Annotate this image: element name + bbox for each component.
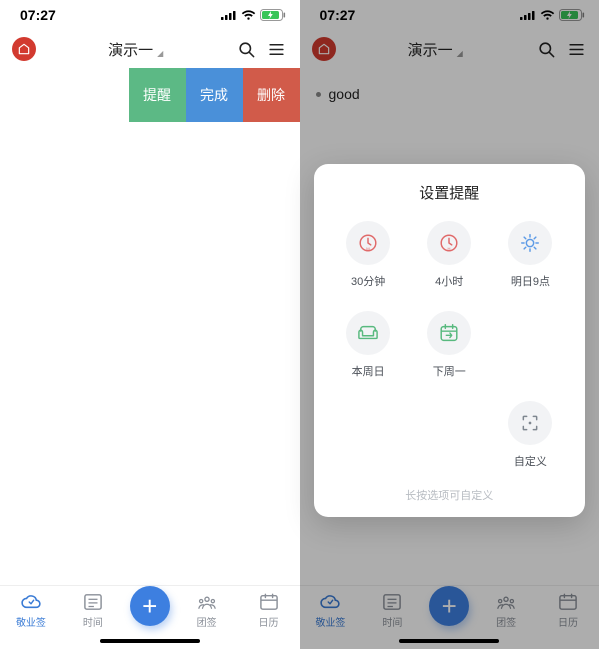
swipe-done-label: 完成 [200,85,228,105]
opt-30min-label: 30分钟 [351,273,385,289]
menu-icon[interactable] [266,38,288,60]
wifi-icon [241,10,256,21]
calendar-next-icon [427,311,471,355]
svg-text:M: M [366,247,370,252]
opt-next-monday[interactable]: 下周一 [427,311,471,379]
opt-this-sunday[interactable]: 本周日 [346,311,390,379]
nav-title[interactable]: 演示一 ◢ [44,39,228,60]
swipe-actions-row: 提醒 完成 删除 [0,68,300,122]
battery-charging-icon [260,9,286,21]
home-indicator[interactable] [100,639,200,643]
swipe-remind-label: 提醒 [143,85,171,105]
sun-icon [508,221,552,265]
opt-4hour-label: 4小时 [435,273,463,289]
opt-this-sunday-label: 本周日 [352,363,385,379]
svg-text:H: H [448,247,451,252]
calendar-icon [258,592,280,612]
opt-custom[interactable]: 自定义 [508,401,552,469]
main-content-empty [0,122,300,585]
swipe-lead-space [0,68,129,121]
swipe-remind-button[interactable]: 提醒 [129,68,186,122]
tab-calendar-label: 日历 [259,614,279,629]
tab-time-label: 时间 [83,614,103,629]
modal-hint: 长按选项可自定义 [328,487,572,503]
status-icons [221,9,286,21]
reminder-modal: 设置提醒 M 30分钟 H 4小时 明日9点 [314,164,586,517]
tab-notes[interactable]: 敬业签 [6,592,56,629]
team-icon [196,592,218,612]
status-time: 07:27 [20,7,56,23]
custom-scan-icon [508,401,552,445]
opt-4hour[interactable]: H 4小时 [427,221,471,289]
reminder-options-grid: M 30分钟 H 4小时 明日9点 本周日 [328,221,572,469]
search-icon[interactable] [236,38,258,60]
nav-header: 演示一 ◢ [0,30,300,68]
opt-custom-label: 自定义 [514,453,547,469]
clock-30min-icon: M [346,221,390,265]
plus-icon: + [142,591,157,622]
clock-4hour-icon: H [427,221,471,265]
tab-team-label: 团签 [197,614,217,629]
tab-time[interactable]: 时间 [68,592,118,629]
app-logo-icon[interactable] [12,37,36,61]
opt-30min[interactable]: M 30分钟 [346,221,390,289]
signal-icon [221,10,237,20]
status-bar: 07:27 [0,0,300,30]
tab-notes-label: 敬业签 [16,614,46,629]
modal-title: 设置提醒 [328,182,572,203]
dropdown-corner-icon: ◢ [157,49,163,58]
opt-tomorrow9[interactable]: 明日9点 [508,221,552,289]
opt-next-monday-label: 下周一 [433,363,466,379]
cloud-note-icon [20,592,42,612]
sofa-icon [346,311,390,355]
swipe-delete-label: 删除 [257,85,285,105]
clock-list-icon [82,592,104,612]
tab-team[interactable]: 团签 [182,592,232,629]
swipe-done-button[interactable]: 完成 [186,68,243,122]
opt-tomorrow9-label: 明日9点 [511,273,550,289]
nav-title-label: 演示一 [108,39,153,60]
tab-bar: 敬业签 时间 + 团签 日历 [0,585,300,649]
swipe-delete-button[interactable]: 删除 [243,68,300,122]
tab-calendar[interactable]: 日历 [244,592,294,629]
add-button[interactable]: + [130,586,170,626]
